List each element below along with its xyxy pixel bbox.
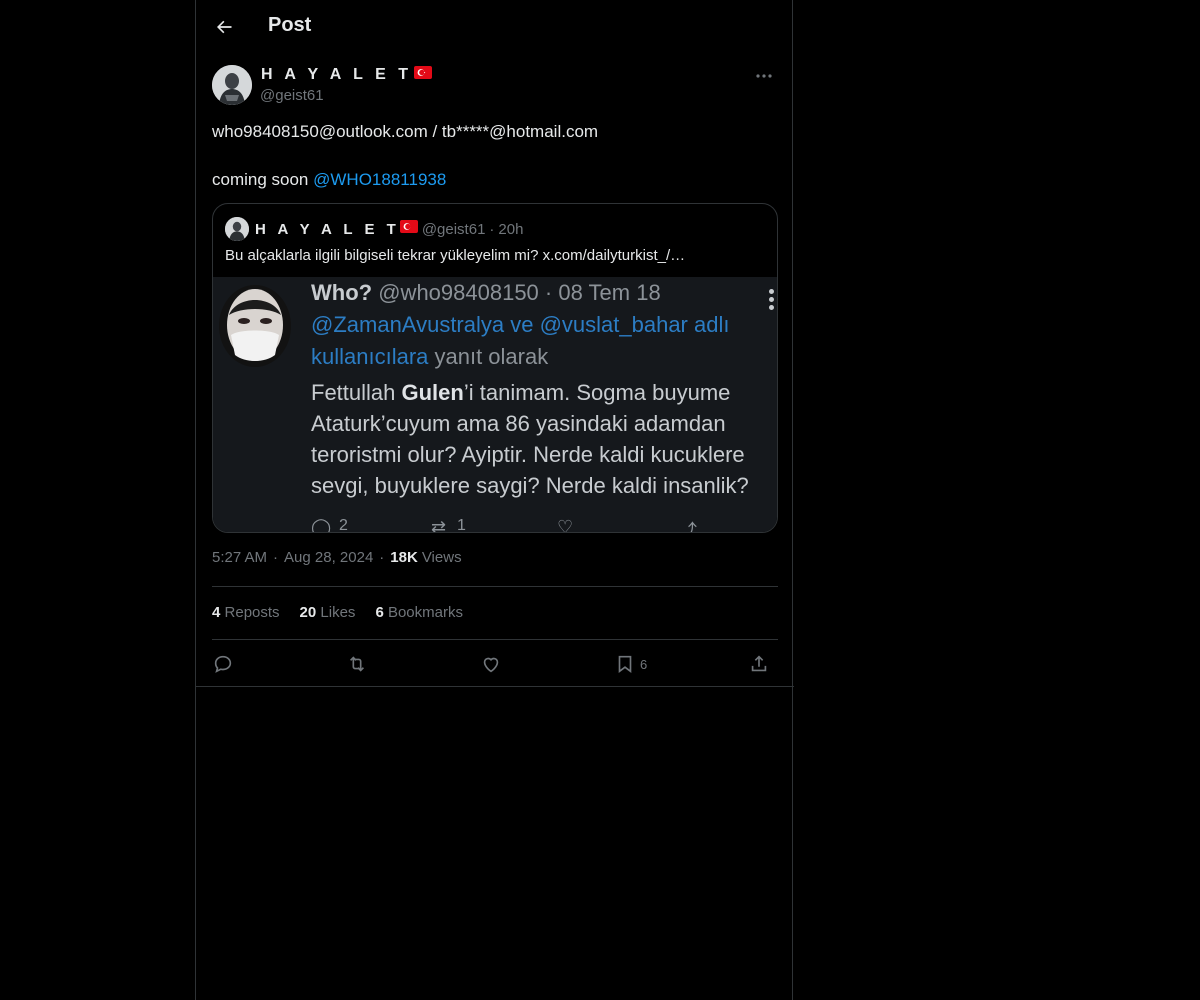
more-button[interactable] [750,65,778,87]
quote-text: Bu alçaklarla ilgili bilgiseli tekrar yü… [225,247,686,264]
turkey-flag-icon [399,220,418,238]
page-title: Post [268,14,312,36]
screenshot-reply-line-1: @ZamanAvustralya ve @vuslat_bahar adlı [311,312,730,337]
screenshot-reply-rest: yanıt olarak [428,344,549,369]
views-count: 18K [390,549,418,566]
like-icon [483,657,499,673]
reply-button[interactable] [212,650,234,678]
quote-image[interactable]: Who? @who98408150 · 08 Tem 18 @ZamanAvus… [213,277,777,533]
screenshot-reply-link: kullanıcılara [311,344,429,369]
post-meta: 5:27 AM · Aug 28, 2024 · 18K Views [212,549,462,566]
screenshot-kebab-icon [767,287,775,315]
likes-stat[interactable]: 20 Likes [300,604,356,621]
main-column: Post H A Y A L E T @geist61 who98408150@… [195,0,794,1000]
quote-time: 20h [498,220,524,238]
screenshot-body-line-1: Fettullah Gulen’i tanimam. Sogma buyume [311,379,730,407]
bookmarks-stat[interactable]: 6 Bookmarks [375,604,463,621]
screenshot-body-1b: ’i tanimam. Sogma buyume [463,380,731,405]
post-time[interactable]: 5:27 AM [212,549,267,566]
screenshot-name: Who? [311,280,373,305]
share-icon [751,655,767,672]
post-text: who98408150@outlook.com / tb*****@hotmai… [212,120,778,192]
author-handle[interactable]: @geist61 [260,87,324,104]
name-row: H A Y A L E T [261,66,432,84]
post-stats: 4 Reposts 20 Likes 6 Bookmarks [212,604,483,621]
share-button[interactable] [748,650,770,678]
avatar[interactable] [212,65,252,105]
screenshot-reply-line-2: kullanıcılara yanıt olarak [311,343,548,371]
screenshot-actions: ◯ 2 ⇄ 1 ♡ ⤴ [311,517,751,533]
quote-handle: @geist61 [421,220,486,238]
post-text-line-2: coming soon @WHO18811938 [212,168,778,192]
screenshot-header-line: Who? @who98408150 · 08 Tem 18 [311,279,661,307]
meta-separator: · [273,549,279,566]
views-label: Views [421,549,462,566]
mention-link[interactable]: @WHO18811938 [313,170,446,189]
quote-avatar [225,217,249,241]
reposts-stat[interactable]: 4 Reposts [212,604,280,621]
bookmark-button[interactable]: 6 [614,650,647,678]
back-button[interactable] [208,11,240,43]
divider [212,639,778,640]
post-date[interactable]: Aug 28, 2024 [284,549,373,566]
quoted-post[interactable]: H A Y A L E T @geist61 · 20h Bu alçaklar… [212,203,778,533]
divider [212,586,778,587]
display-name[interactable]: H A Y A L E T [261,66,412,84]
repost-icon [349,656,365,672]
bookmarks-label: Bookmarks [387,604,463,621]
post-text-prefix: coming soon [212,170,314,189]
reposts-label: Reposts [224,604,280,621]
screenshot-body-line-3: teroristmi olur? Ayiptir. Nerde kaldi ku… [311,442,745,467]
screenshot-body-1a: Fettullah [311,380,402,405]
divider [196,686,794,687]
back-arrow-icon [217,20,232,34]
quote-header: H A Y A L E T @geist61 · 20h [225,217,523,241]
screenshot-avatar [219,285,291,367]
screenshot-handle-date: @who98408150 · 08 Tem 18 [378,280,661,305]
header: Post [196,0,794,54]
bookmark-count: 6 [640,656,648,672]
reply-icon [214,655,232,673]
quote-display-name: H A Y A L E T [255,220,400,238]
reposts-count: 4 [212,604,221,621]
screenshot-like-icon: ♡ [557,517,574,533]
screenshot-share-icon: ⤴ [679,521,697,533]
action-bar: 6 [212,650,778,678]
like-button[interactable] [480,650,502,678]
meta-separator: · [379,549,385,566]
screenshot-repost-icon: ⇄ [431,517,447,533]
bookmarks-count: 6 [375,604,384,621]
screenshot-repost-count: 1 [457,517,466,533]
repost-button[interactable] [346,650,368,678]
screenshot-body-line-4: sevgi, buyuklere saygi? Nerde kaldi insa… [311,473,749,498]
likes-count: 20 [299,604,317,621]
likes-label: Likes [320,604,356,621]
screenshot-body-line-2: Ataturk’cuyum ama 86 yasindaki adamdan [311,411,726,436]
post-author: H A Y A L E T @geist61 [212,65,778,107]
turkey-flag-icon [413,66,432,84]
screenshot-body-bold: Gulen [401,380,464,405]
screenshot-reply-count: 2 [339,517,348,533]
screenshot-reply-icon: ◯ [311,517,332,533]
more-icon [756,74,772,78]
post-text-line-1: who98408150@outlook.com / tb*****@hotmai… [212,122,599,141]
bookmark-icon [618,655,632,673]
quote-separator: · [489,220,495,238]
